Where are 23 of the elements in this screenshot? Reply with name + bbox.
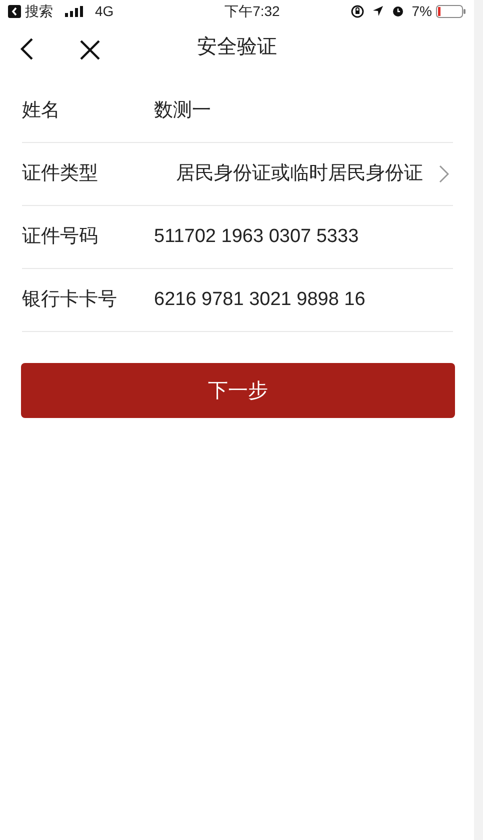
signal-icon (65, 6, 83, 16)
field-value[interactable]: 6216 9781 3021 9898 16 (154, 286, 366, 314)
rotation-lock-icon (350, 4, 364, 18)
clock-time: 下午7:32 (224, 2, 280, 20)
field-label: 姓名 (22, 98, 61, 123)
field-label: 银行卡卡号 (22, 288, 118, 312)
close-icon[interactable] (80, 40, 100, 60)
back-app-icon[interactable] (8, 4, 21, 18)
back-icon[interactable] (20, 38, 34, 60)
chevron-right-icon[interactable] (439, 165, 449, 183)
battery-icon (436, 4, 466, 18)
battery-percent: 7% (412, 2, 432, 20)
location-icon (372, 5, 384, 17)
page-title: 安全验证 (197, 35, 277, 60)
next-step-button[interactable]: 下一步 (21, 363, 455, 418)
alarm-icon (392, 5, 404, 17)
network-type: 4G (95, 2, 114, 20)
field-label: 证件类型 (22, 162, 99, 186)
back-app-label[interactable]: 搜索 (25, 0, 53, 22)
field-value[interactable]: 511702 1963 0307 5333 (154, 222, 359, 252)
field-value[interactable]: 数测一 (154, 96, 211, 126)
field-label: 证件号码 (22, 224, 99, 249)
select-value[interactable]: 居民身份证或临时居民身份证 (154, 160, 423, 188)
